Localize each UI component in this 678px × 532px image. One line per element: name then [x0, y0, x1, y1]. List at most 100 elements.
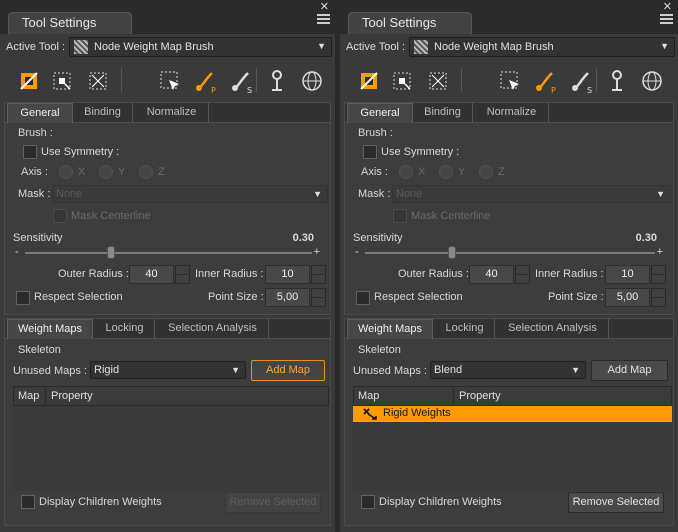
mask-dropdown[interactable]: None ▼ — [52, 185, 328, 203]
scale-select-icon[interactable] — [424, 67, 452, 95]
remove-selected-button[interactable]: Remove Selected — [225, 492, 321, 513]
respect-selection-checkbox[interactable] — [16, 291, 30, 305]
toolbar-separator — [596, 68, 597, 92]
node-select-icon[interactable] — [388, 67, 416, 95]
use-symmetry-checkbox[interactable] — [363, 145, 377, 159]
tab-normalize[interactable]: Normalize — [135, 103, 209, 123]
axis-radio-y[interactable] — [439, 165, 453, 179]
outer-radius-field[interactable]: 40 — [469, 265, 514, 284]
axis-label: Axis : — [361, 166, 388, 178]
paint-brush-icon[interactable]: P — [192, 67, 220, 95]
menu-icon[interactable] — [660, 14, 673, 28]
sensitivity-slider-handle[interactable] — [448, 246, 456, 259]
axis-radio-y[interactable] — [99, 165, 113, 179]
node-select-icon[interactable] — [48, 67, 76, 95]
close-icon[interactable]: ✕ — [663, 2, 672, 13]
close-icon[interactable]: ✕ — [320, 2, 329, 13]
active-tool-label: Active Tool : — [346, 41, 406, 53]
unused-maps-dropdown[interactable]: Blend ▼ — [430, 361, 586, 379]
inner-radius-label: Inner Radius : — [535, 268, 604, 280]
tool-brush-icon — [414, 40, 428, 54]
region-select-icon[interactable] — [496, 67, 524, 95]
inner-radius-label: Inner Radius : — [195, 268, 264, 280]
outer-radius-spinner[interactable] — [175, 265, 190, 284]
sensitivity-slider-track[interactable] — [365, 252, 655, 254]
list-item-label: Rigid Weights — [383, 407, 451, 419]
sensitivity-slider-handle[interactable] — [107, 246, 115, 259]
mask-label: Mask : — [18, 188, 51, 200]
smooth-brush-icon[interactable]: S — [228, 67, 256, 95]
inner-radius-field[interactable]: 10 — [265, 265, 310, 284]
axis-radio-x[interactable] — [399, 165, 413, 179]
inner-radius-spinner[interactable] — [651, 265, 666, 284]
inner-radius-field[interactable]: 10 — [605, 265, 650, 284]
mask-centerline-checkbox[interactable] — [53, 209, 67, 223]
use-symmetry-checkbox[interactable] — [23, 145, 37, 159]
sphere-icon[interactable] — [638, 67, 666, 95]
chevron-down-icon: ▼ — [571, 365, 580, 375]
list-item[interactable]: Rigid Weights — [353, 406, 672, 422]
tab-normalize[interactable]: Normalize — [475, 103, 549, 123]
tab-weight-maps[interactable]: Weight Maps — [7, 319, 93, 339]
node-weight-brush-icon[interactable] — [15, 67, 43, 95]
tab-binding[interactable]: Binding — [73, 103, 133, 123]
outer-radius-spinner[interactable] — [515, 265, 530, 284]
region-select-icon[interactable] — [156, 67, 184, 95]
tab-selection-analysis[interactable]: Selection Analysis — [497, 319, 609, 339]
column-map[interactable]: Map — [354, 387, 454, 405]
mask-dropdown[interactable]: None ▼ — [392, 185, 671, 203]
node-weight-brush-icon[interactable] — [355, 67, 383, 95]
display-children-checkbox[interactable] — [361, 495, 375, 509]
weight-tabbar: Weight Maps Locking Selection Analysis — [345, 319, 673, 339]
tool-icon-row: PS — [0, 64, 335, 97]
sphere-icon[interactable] — [298, 67, 326, 95]
menu-icon[interactable] — [317, 14, 330, 28]
active-tool-dropdown[interactable]: Node Weight Map Brush ▼ — [69, 37, 332, 57]
smooth-brush-icon[interactable]: S — [568, 67, 596, 95]
active-tool-dropdown[interactable]: Node Weight Map Brush ▼ — [409, 37, 675, 57]
unused-maps-label: Unused Maps : — [353, 365, 427, 377]
axis-radio-x[interactable] — [59, 165, 73, 179]
column-property[interactable]: Property — [47, 387, 328, 405]
paint-brush-icon[interactable]: P — [532, 67, 560, 95]
sensitivity-label: Sensitivity — [13, 232, 63, 244]
inner-radius-spinner[interactable] — [311, 265, 326, 284]
map-list-header: Map Property — [13, 386, 329, 406]
column-property[interactable]: Property — [455, 387, 671, 405]
tab-general[interactable]: General — [7, 103, 73, 123]
mask-centerline-checkbox[interactable] — [393, 209, 407, 223]
column-map[interactable]: Map — [14, 387, 46, 405]
add-map-button[interactable]: Add Map — [251, 360, 325, 381]
display-children-checkbox[interactable] — [21, 495, 35, 509]
chevron-down-icon: ▼ — [660, 41, 669, 51]
sensitivity-slider-track[interactable] — [25, 252, 312, 254]
weight-tabbar: Weight Maps Locking Selection Analysis — [5, 319, 330, 339]
skeleton-label: Skeleton — [18, 344, 61, 356]
tab-locking[interactable]: Locking — [435, 319, 495, 339]
axis-label-x: X — [78, 166, 86, 178]
tab-locking[interactable]: Locking — [95, 319, 155, 339]
tab-general[interactable]: General — [347, 103, 413, 123]
point-size-field[interactable]: 5,00 — [605, 288, 650, 307]
respect-selection-checkbox[interactable] — [356, 291, 370, 305]
tab-weight-maps[interactable]: Weight Maps — [347, 319, 433, 339]
unused-maps-dropdown[interactable]: Rigid ▼ — [90, 361, 246, 379]
scale-select-icon[interactable] — [84, 67, 112, 95]
axis-label-y: Y — [458, 166, 466, 178]
axis-radio-z[interactable] — [139, 165, 153, 179]
tool-brush-icon — [74, 40, 88, 54]
tab-selection-analysis[interactable]: Selection Analysis — [157, 319, 269, 339]
point-size-spinner[interactable] — [311, 288, 326, 307]
axis-radio-z[interactable] — [479, 165, 493, 179]
remove-selected-button[interactable]: Remove Selected — [568, 492, 664, 513]
add-map-button[interactable]: Add Map — [591, 360, 668, 381]
panel-title: Tool Settings — [348, 12, 472, 34]
pin-icon[interactable] — [603, 67, 631, 95]
tab-binding[interactable]: Binding — [413, 103, 473, 123]
point-size-spinner[interactable] — [651, 288, 666, 307]
outer-radius-field[interactable]: 40 — [129, 265, 174, 284]
respect-selection-label: Respect Selection — [34, 291, 123, 303]
pin-icon[interactable] — [263, 67, 291, 95]
point-size-field[interactable]: 5,00 — [265, 288, 310, 307]
axis-label: Axis : — [21, 166, 48, 178]
